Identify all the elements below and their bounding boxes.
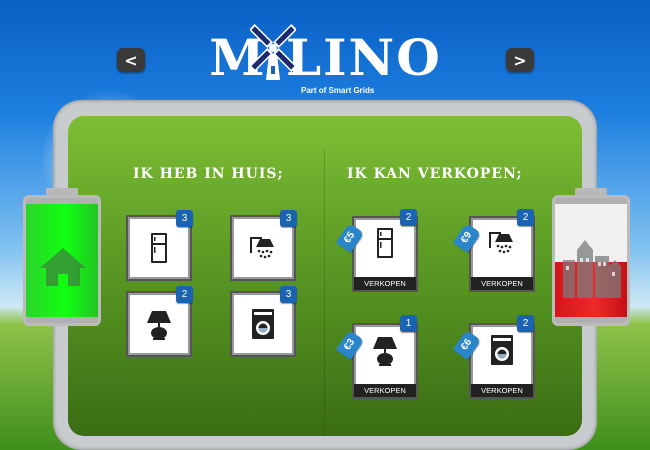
sell-lamp-button[interactable]: VERKOPEN	[354, 384, 416, 397]
logo-subtitle: Part of Smart Grids	[301, 86, 375, 95]
sell-shower-count: 2	[517, 209, 534, 226]
owned-lamp-count: 2	[176, 286, 193, 303]
sell-lamp-tile[interactable]: VERKOPEN	[354, 325, 416, 397]
sell-washer-tile[interactable]: VERKOPEN	[471, 325, 533, 397]
logo: M LINO Part of Smart Grids	[188, 14, 463, 95]
sell-lamp-count: 1	[400, 315, 417, 332]
lamp-icon	[373, 337, 397, 366]
header: < M LINO Part of Smart Grids >	[0, 0, 650, 100]
battery-body	[552, 195, 630, 326]
shower-icon	[250, 237, 274, 259]
city-energy-battery	[552, 188, 630, 326]
sell-fridge-count: 2	[400, 209, 417, 226]
sell-shower-tile[interactable]: VERKOPEN	[471, 218, 533, 290]
lamp-icon	[147, 311, 171, 340]
owned-washer-count: 3	[280, 286, 297, 303]
home-energy-battery	[23, 188, 101, 326]
washing-machine-icon	[252, 309, 274, 339]
previous-button[interactable]: <	[117, 48, 145, 72]
heading-sell: IK KAN VERKOPEN;	[347, 166, 523, 182]
sell-washer-button[interactable]: VERKOPEN	[471, 384, 533, 397]
battery-ring-bottom	[26, 317, 98, 323]
heading-have: IK HEB IN HUIS;	[133, 166, 284, 182]
washing-machine-icon	[491, 335, 513, 365]
owned-shower-count: 3	[280, 210, 297, 227]
sell-fridge-tile[interactable]: VERKOPEN	[354, 218, 416, 290]
next-button[interactable]: >	[506, 48, 534, 72]
windmill-icon	[250, 23, 296, 80]
sell-fridge-button[interactable]: VERKOPEN	[354, 277, 416, 290]
city-icon	[563, 240, 621, 298]
battery-ring-bottom	[555, 317, 627, 323]
fridge-icon	[377, 228, 393, 258]
shower-icon	[489, 232, 513, 254]
fridge-icon	[151, 233, 167, 263]
logo-text: M LINO	[209, 28, 442, 87]
battery-body	[23, 195, 101, 326]
sell-washer-count: 2	[517, 315, 534, 332]
owned-fridge-count: 3	[176, 210, 193, 227]
panel-divider	[324, 150, 325, 436]
house-icon	[40, 248, 86, 286]
sell-shower-button[interactable]: VERKOPEN	[471, 277, 533, 290]
